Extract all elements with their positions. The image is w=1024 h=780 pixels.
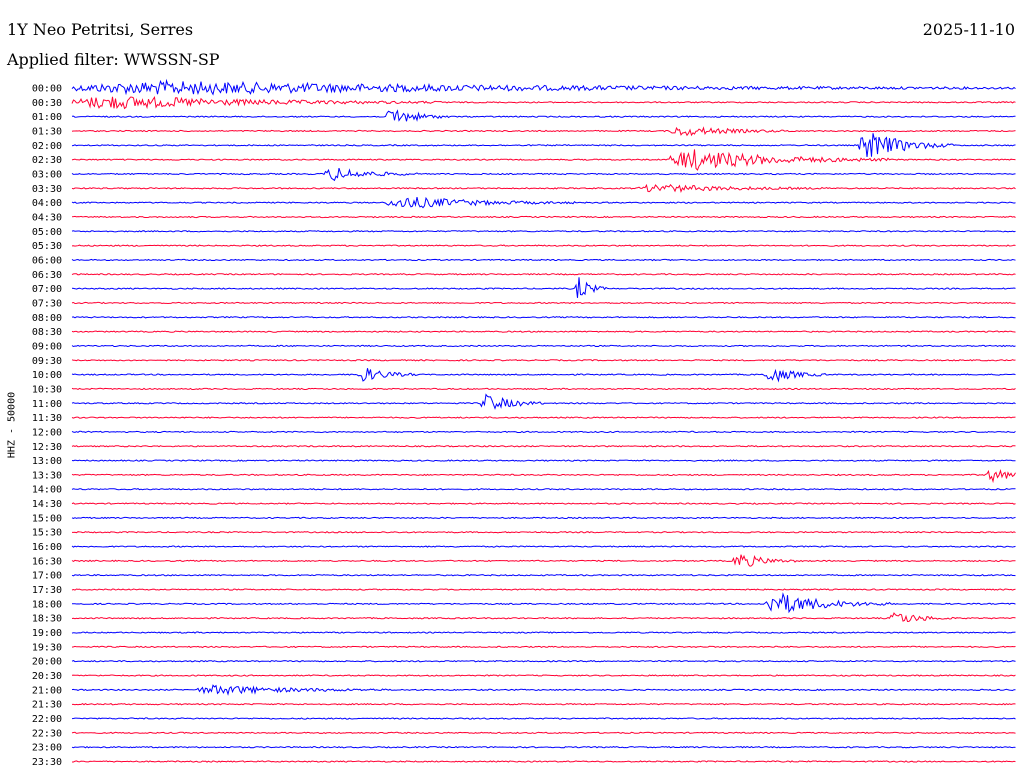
trace-line <box>71 516 1016 520</box>
trace-line <box>71 330 1016 333</box>
trace-line <box>71 487 1016 491</box>
trace-line <box>71 592 1016 614</box>
trace-line <box>71 502 1016 505</box>
trace-line <box>71 359 1016 362</box>
trace-line <box>71 745 1016 749</box>
row-time-label: 09:30 <box>32 356 62 367</box>
row-time-label: 05:30 <box>32 241 62 252</box>
trace-line <box>71 393 1016 410</box>
row-time-label: 02:30 <box>32 155 62 166</box>
trace-line <box>71 445 1016 448</box>
row-time-label: 14:00 <box>32 485 62 496</box>
row-time-label: 22:30 <box>32 728 62 739</box>
row-time-label: 10:30 <box>32 384 62 395</box>
row-time-label: 16:30 <box>32 556 62 567</box>
trace-line <box>71 588 1016 591</box>
row-time-label: 13:30 <box>32 470 62 481</box>
trace-line <box>71 183 1016 194</box>
trace-line <box>71 149 1016 171</box>
trace-line <box>71 96 1016 110</box>
trace-line <box>71 469 1016 484</box>
row-time-label: 11:00 <box>32 399 62 410</box>
trace-line <box>71 368 1016 383</box>
trace-line <box>71 430 1016 434</box>
row-time-label: 01:00 <box>32 112 62 123</box>
row-time-label: 02:00 <box>32 141 62 152</box>
row-time-label: 06:30 <box>32 270 62 281</box>
row-time-label: 21:00 <box>32 685 62 696</box>
trace-line <box>71 277 1016 298</box>
trace-line <box>71 109 1016 122</box>
trace-line <box>71 316 1016 319</box>
trace-line <box>71 167 1016 182</box>
trace-line <box>71 215 1016 219</box>
row-time-label: 18:30 <box>32 614 62 625</box>
trace-line <box>71 196 1016 209</box>
trace-line <box>71 344 1016 348</box>
row-time-label: 15:30 <box>32 528 62 539</box>
row-time-label: 10:00 <box>32 370 62 381</box>
trace-line <box>71 301 1016 305</box>
trace-line <box>71 554 1016 567</box>
row-time-label: 00:00 <box>32 84 62 95</box>
trace-line <box>71 78 1016 96</box>
row-time-label: 21:30 <box>32 700 62 711</box>
trace-line <box>72 702 1016 706</box>
trace-line <box>71 545 1016 548</box>
row-time-label: 20:00 <box>32 657 62 668</box>
trace-line <box>71 631 1016 634</box>
row-time-label: 07:00 <box>32 284 62 295</box>
row-time-label: 23:30 <box>32 757 62 768</box>
trace-line <box>71 273 1016 276</box>
row-time-label: 08:00 <box>32 313 62 324</box>
row-time-label: 00:30 <box>32 98 62 109</box>
row-time-label: 09:00 <box>32 341 62 352</box>
trace-line <box>71 684 1016 696</box>
row-time-label: 06:00 <box>32 255 62 266</box>
helicorder-plot: 00:00 00:30 01:00 01:30 02:00 02:30 03:00 03:30… <box>32 78 1016 768</box>
trace-line <box>71 244 1016 247</box>
row-time-label: 18:00 <box>32 599 62 610</box>
trace-line <box>71 230 1016 233</box>
trace-line <box>71 258 1016 262</box>
row-time-label: 17:30 <box>32 585 62 596</box>
row-time-label: 20:30 <box>32 671 62 682</box>
row-time-label: 07:30 <box>32 298 62 309</box>
trace-line <box>71 459 1016 462</box>
row-time-label: 23:00 <box>32 743 62 754</box>
row-time-label: 16:00 <box>32 542 62 553</box>
row-time-label: 03:30 <box>32 184 62 195</box>
row-time-label: 04:00 <box>32 198 62 209</box>
trace-line <box>71 717 1016 720</box>
row-time-label: 05:00 <box>32 227 62 238</box>
row-time-label: 03:00 <box>32 169 62 180</box>
trace-line <box>71 612 1016 623</box>
trace-line <box>71 126 1016 137</box>
row-time-label: 17:00 <box>32 571 62 582</box>
trace-line <box>71 731 1016 734</box>
row-time-label: 15:00 <box>32 513 62 524</box>
row-time-label: 11:30 <box>32 413 62 424</box>
trace-line <box>71 674 1016 677</box>
trace-line <box>71 573 1016 577</box>
trace-line <box>71 645 1016 649</box>
row-time-label: 12:30 <box>32 442 62 453</box>
trace-line <box>71 659 1016 663</box>
trace-line <box>71 133 1016 158</box>
row-time-label: 19:00 <box>32 628 62 639</box>
row-time-label: 22:00 <box>32 714 62 725</box>
row-time-label: 13:00 <box>32 456 62 467</box>
trace-line <box>71 387 1016 391</box>
trace-line <box>72 530 1016 534</box>
trace-line <box>72 760 1016 763</box>
row-time-label: 08:30 <box>32 327 62 338</box>
trace-line <box>71 416 1016 419</box>
row-time-label: 19:30 <box>32 642 62 653</box>
row-time-label: 01:30 <box>32 126 62 137</box>
row-time-label: 04:30 <box>32 212 62 223</box>
row-time-label: 12:00 <box>32 427 62 438</box>
row-time-label: 14:30 <box>32 499 62 510</box>
